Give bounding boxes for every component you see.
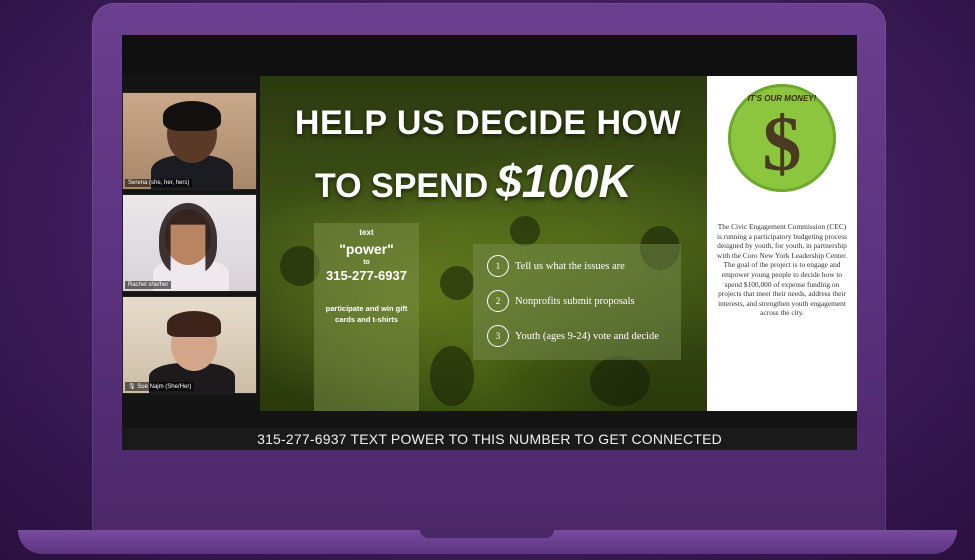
participant-hair [163,101,221,131]
participant-tile-rachel[interactable]: Rachel she/her [122,194,257,292]
step-item: 3 Youth (ages 9-24) vote and decide [487,324,659,348]
text-phone-number: 315-277-6937 [326,268,407,283]
crowd-figure [510,216,540,246]
headline-text: TO SPEND [315,167,489,205]
participant-name: Serena (she, her, hers) [125,179,193,187]
step-item: 2 Nonprofits submit proposals [487,289,635,313]
video-call-screen: Serena (she, her, hers) Rachel she/her 🎙… [122,35,857,450]
slide-headline-line2: TO SPEND $100K [315,154,632,208]
participant-tile-sue[interactable]: 🎙 Sue Najm (She/Her) [122,296,257,394]
step-item: 1 Tell us what the issues are [487,254,625,278]
participant-tile-serena[interactable]: Serena (she, her, hers) [122,92,257,190]
crowd-figure [590,356,650,406]
laptop-notch [420,530,554,538]
caption-bar: 315-277-6937 TEXT POWER TO THIS NUMBER T… [122,428,857,450]
text-to: to [363,259,370,266]
live-caption: 315-277-6937 TEXT POWER TO THIS NUMBER T… [257,431,722,447]
slide-headline: HELP US DECIDE HOW [294,104,682,142]
dollar-sign-icon: $ [762,100,802,187]
crowd-figure [440,266,474,300]
step-number: 2 [487,290,509,312]
incentive-note: participate and win gift cards and t-shi… [325,304,408,324]
mic-icon: 🎙 [128,384,136,390]
step-label: Youth (ages 9-24) vote and decide [515,330,659,342]
participant-name: 🎙 Sue Najm (She/Her) [125,382,195,391]
participant-name: Rachel she/her [125,281,172,289]
text-keyword: "power" [339,241,394,257]
process-steps: 1 Tell us what the issues are 2 Nonprofi… [473,244,681,360]
step-label: Nonprofits submit proposals [515,295,635,307]
step-label: Tell us what the issues are [515,260,625,272]
text-prompt: text [359,228,374,237]
its-our-money-badge: IT'S OUR MONEY! $ [728,84,836,192]
shared-slide: HELP US DECIDE HOW TO SPEND $100K text "p… [260,76,857,411]
headline-amount: $100K [496,155,632,207]
text-instructions-box: text "power" to 315-277-6937 participate… [314,223,419,411]
info-panel: IT'S OUR MONEY! $ The Civic Engagement C… [707,76,857,411]
step-number: 1 [487,255,509,277]
step-number: 3 [487,325,509,347]
participant-hair [167,311,221,337]
participant-name-text: Sue Najm (She/Her) [137,384,192,390]
top-bar [122,35,857,75]
crowd-figure [430,346,474,406]
program-description: The Civic Engagement Commission (CEC) is… [716,222,848,318]
